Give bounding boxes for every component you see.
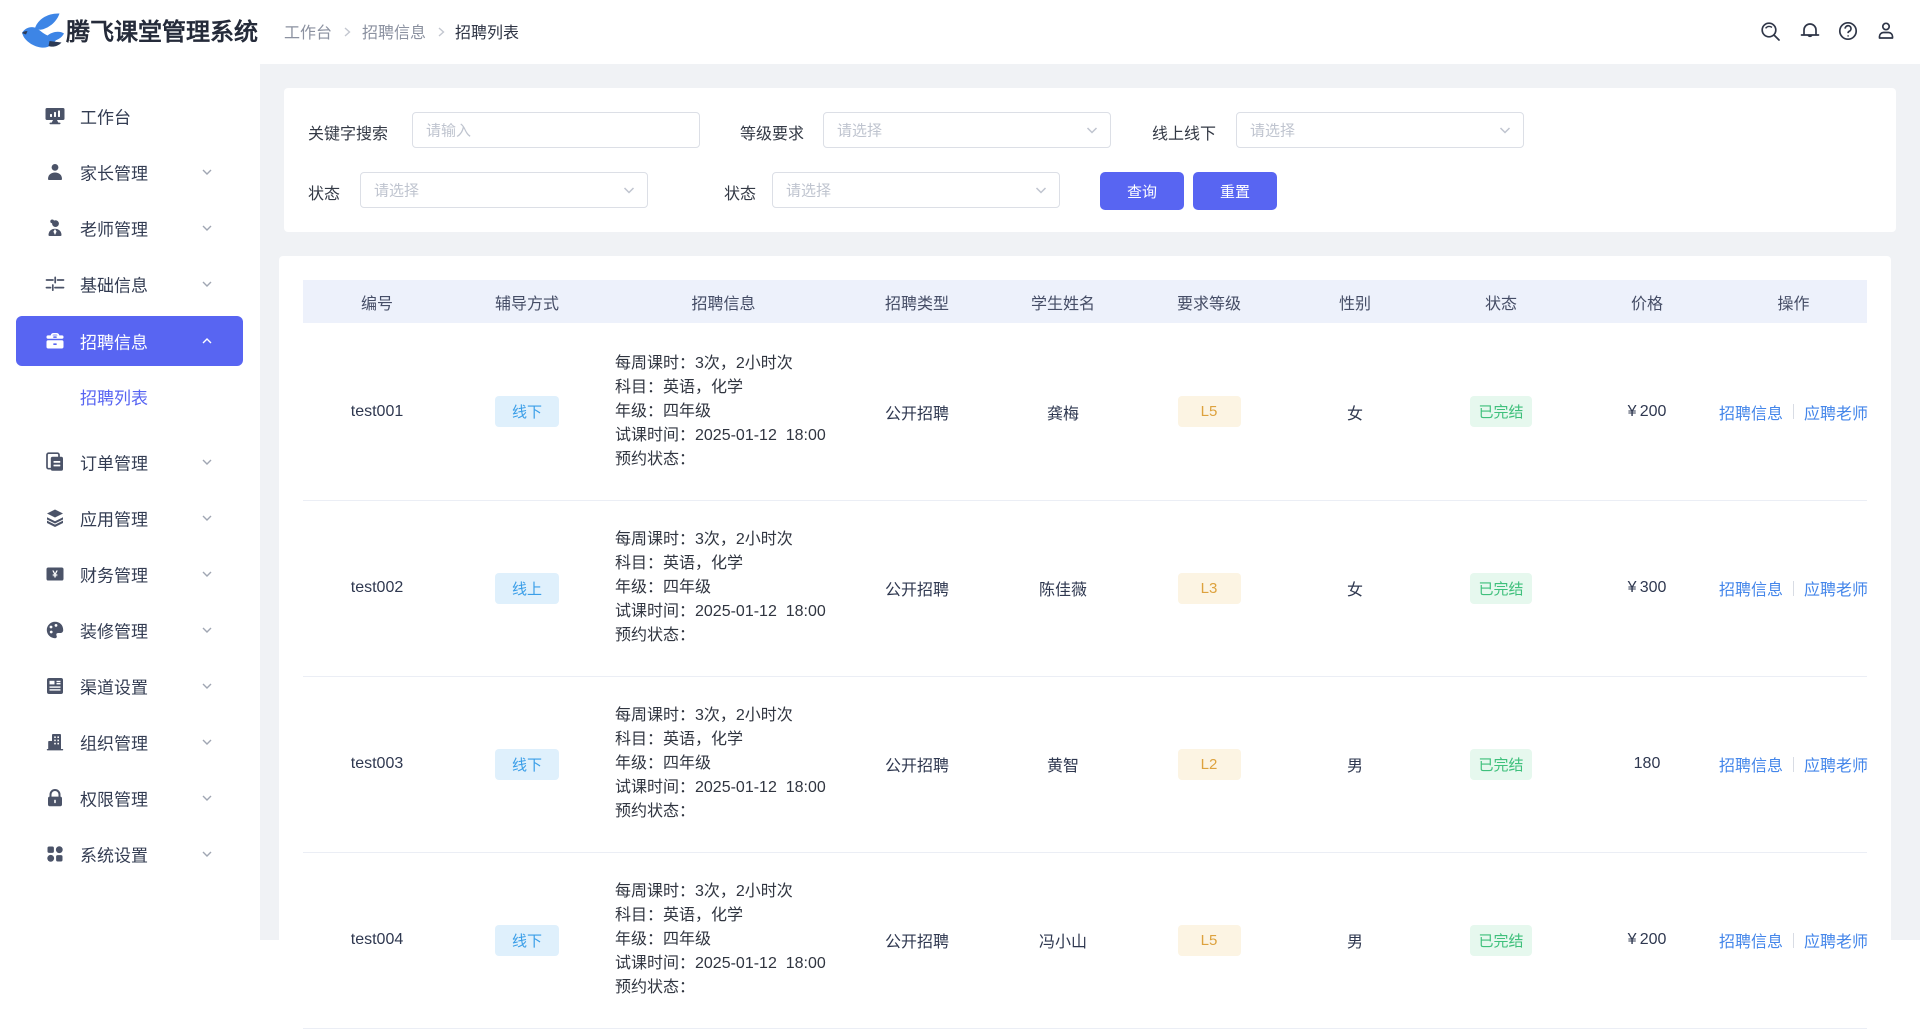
svg-text:¥: ¥ [52,570,58,581]
